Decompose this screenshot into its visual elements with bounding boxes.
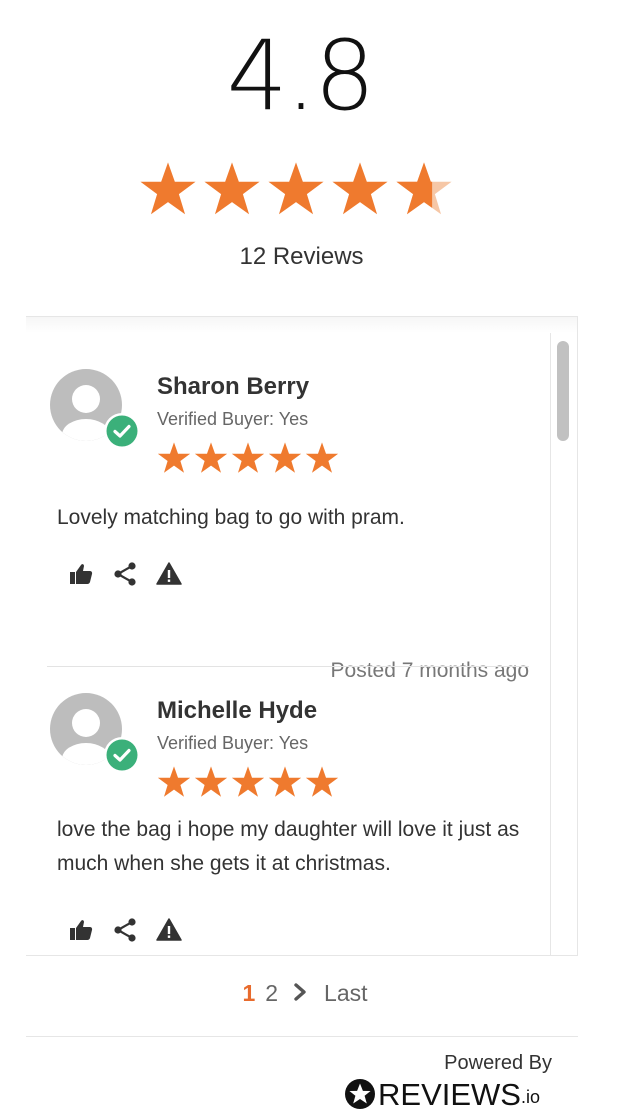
thumbs-up-icon[interactable]: [68, 561, 94, 587]
scrollbar[interactable]: [550, 333, 577, 955]
share-icon[interactable]: [112, 917, 138, 943]
last-page-link[interactable]: Last: [319, 980, 372, 1007]
reviewer-name: Sharon Berry: [157, 373, 310, 400]
page-1-link[interactable]: 1: [237, 980, 260, 1007]
star-icon: [157, 441, 191, 475]
reviews-io-logo[interactable]: REVIEWS .io: [344, 1078, 540, 1110]
star-icon: [268, 765, 302, 799]
verified-check-icon: [104, 413, 140, 449]
chevron-right-icon[interactable]: [290, 980, 310, 1004]
reviews-star-logo-icon: [345, 1079, 375, 1109]
verified-buyer-label: Verified Buyer: Yes: [157, 409, 309, 429]
star-icon: [267, 160, 325, 218]
thumbs-up-icon[interactable]: [68, 917, 94, 943]
review-count: 12 Reviews: [239, 243, 364, 270]
average-rating-stars: [139, 160, 453, 218]
star-icon: [157, 765, 191, 799]
brand-name: REVIEWS: [378, 1076, 521, 1112]
review-text: love the bag i hope my daughter will lov…: [57, 818, 520, 875]
review-stars: [157, 765, 339, 799]
star-icon: [268, 441, 302, 475]
star-icon: [231, 441, 265, 475]
share-icon[interactable]: [112, 561, 138, 587]
powered-by-label: Powered By: [444, 1052, 552, 1074]
star-icon: [194, 765, 228, 799]
star-icon: [305, 441, 339, 475]
scrollbar-thumb[interactable]: [557, 341, 569, 441]
average-rating: 4.8: [226, 20, 376, 132]
review-actions: [68, 917, 182, 943]
star-icon: [203, 160, 261, 218]
star-icon: [231, 765, 265, 799]
panel-top-shade: [26, 317, 577, 333]
reviews-list[interactable]: Sharon Berry Verified Buyer: Yes Lovely …: [26, 316, 578, 956]
warning-icon[interactable]: [156, 917, 182, 943]
partial-star-icon: [395, 160, 453, 218]
reviewer-name: Michelle Hyde: [157, 697, 318, 724]
review-text: Lovely matching bag to go with pram.: [57, 506, 405, 529]
verified-buyer-label: Verified Buyer: Yes: [157, 733, 309, 753]
star-icon: [305, 765, 339, 799]
star-icon: [194, 441, 228, 475]
footer-divider: [26, 1036, 578, 1037]
star-icon: [331, 160, 389, 218]
page-2-link[interactable]: 2: [260, 980, 283, 1007]
star-icon: [139, 160, 197, 218]
review-stars: [157, 441, 339, 475]
verified-check-icon: [104, 737, 140, 773]
posted-date: Posted 7 months ago: [330, 659, 529, 682]
pagination: 1 2 Last: [0, 980, 610, 1007]
brand-suffix: .io: [520, 1087, 540, 1107]
review-actions: [68, 561, 182, 587]
warning-icon[interactable]: [156, 561, 182, 587]
review-divider: [47, 666, 529, 667]
